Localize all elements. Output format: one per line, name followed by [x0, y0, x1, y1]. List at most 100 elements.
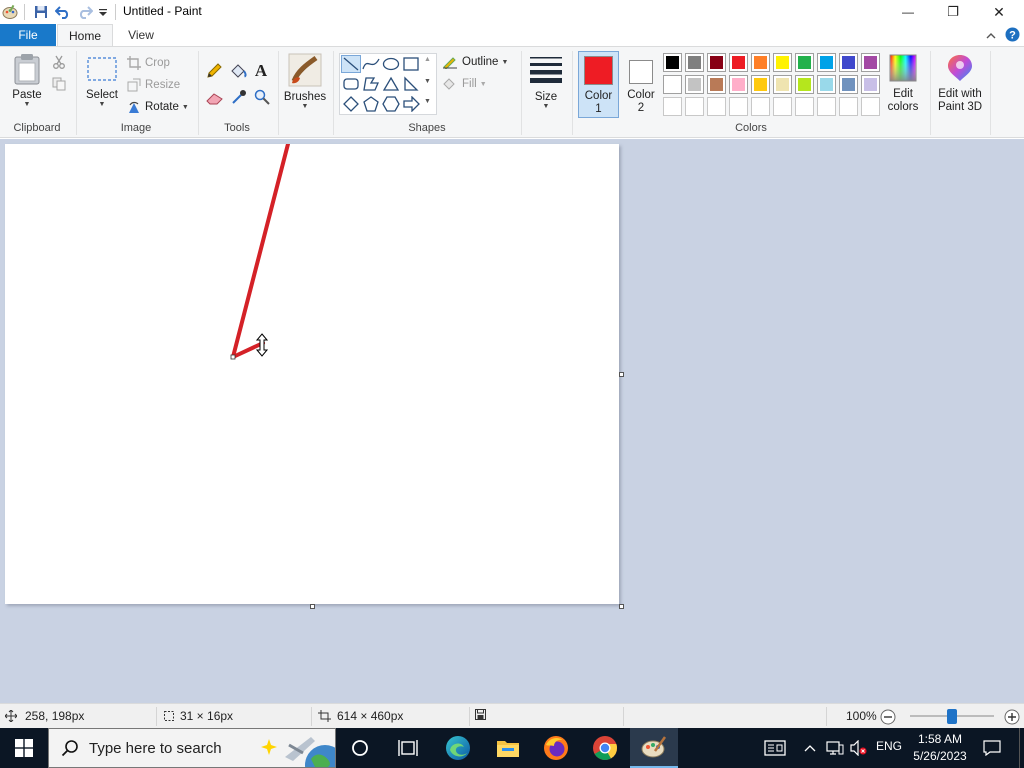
- palette-swatch[interactable]: [663, 53, 682, 72]
- right-triangle-shape-icon[interactable]: [402, 76, 420, 95]
- zoom-out-icon[interactable]: [880, 709, 896, 728]
- show-hidden-icons[interactable]: [804, 742, 816, 756]
- outline-button[interactable]: Outline ▼: [442, 55, 508, 69]
- palette-swatch[interactable]: [751, 75, 770, 94]
- color-picker-icon[interactable]: [231, 89, 247, 108]
- palette-swatch[interactable]: [707, 53, 726, 72]
- polygon-shape-icon[interactable]: [362, 76, 380, 95]
- right-arrow-shape-icon[interactable]: [402, 95, 420, 115]
- copy-icon[interactable]: [52, 77, 66, 94]
- taskbar-firefox[interactable]: [532, 728, 580, 768]
- canvas-resize-handle-corner[interactable]: [619, 604, 624, 609]
- edit-with-paint-3d-button[interactable]: Edit with Paint 3D: [934, 53, 986, 119]
- palette-swatch[interactable]: [751, 53, 770, 72]
- palette-swatch-empty[interactable]: [773, 97, 792, 116]
- resize-button[interactable]: Resize: [127, 78, 180, 92]
- taskbar-chrome[interactable]: [581, 728, 629, 768]
- shapes-scroll-down-icon[interactable]: ▼: [424, 78, 431, 85]
- fill-button[interactable]: Fill ▼: [442, 77, 487, 91]
- paint-app-icon[interactable]: [0, 2, 20, 22]
- canvas-resize-handle-bottom[interactable]: [310, 604, 315, 609]
- line-endpoint-handle[interactable]: [230, 354, 236, 360]
- shapes-scroll-up-icon[interactable]: ▲: [424, 56, 431, 63]
- rounded-rectangle-shape-icon[interactable]: [342, 76, 360, 95]
- zoom-slider-track[interactable]: [910, 709, 994, 724]
- palette-swatch[interactable]: [817, 75, 836, 94]
- palette-swatch[interactable]: [729, 53, 748, 72]
- fill-with-color-icon[interactable]: [229, 63, 247, 82]
- color-2-button[interactable]: Color 2: [621, 51, 661, 118]
- palette-swatch-empty[interactable]: [817, 97, 836, 116]
- pencil-icon[interactable]: [206, 63, 222, 82]
- eraser-icon[interactable]: [206, 91, 224, 108]
- palette-swatch-empty[interactable]: [751, 97, 770, 116]
- hexagon-shape-icon[interactable]: [382, 96, 400, 115]
- taskbar-paint[interactable]: [630, 728, 678, 768]
- edit-colors-button[interactable]: Edit colors: [883, 53, 923, 119]
- color-1-button[interactable]: Color 1: [578, 51, 619, 118]
- palette-swatch[interactable]: [773, 75, 792, 94]
- palette-swatch[interactable]: [839, 75, 858, 94]
- shapes-more-icon[interactable]: ▼: [424, 98, 431, 105]
- palette-swatch-empty[interactable]: [707, 97, 726, 116]
- curve-shape-icon[interactable]: [362, 56, 380, 75]
- palette-swatch-empty[interactable]: [861, 97, 880, 116]
- palette-swatch[interactable]: [795, 75, 814, 94]
- undo-icon[interactable]: [54, 2, 72, 22]
- volume-muted-icon[interactable]: [850, 739, 868, 759]
- task-view-button[interactable]: [384, 728, 432, 768]
- drawing-canvas[interactable]: [5, 144, 619, 604]
- palette-swatch[interactable]: [729, 75, 748, 94]
- cut-icon[interactable]: [52, 55, 66, 72]
- canvas-resize-handle-right[interactable]: [619, 372, 624, 377]
- collapse-ribbon-icon[interactable]: [986, 29, 996, 43]
- rotate-button[interactable]: Rotate ▼: [127, 100, 189, 114]
- palette-swatch-empty[interactable]: [663, 97, 682, 116]
- magnifier-icon[interactable]: [254, 89, 270, 108]
- palette-swatch[interactable]: [817, 53, 836, 72]
- line-shape-icon[interactable]: [341, 55, 361, 73]
- restore-button[interactable]: ❐: [930, 0, 976, 24]
- show-desktop-button[interactable]: [1019, 728, 1024, 768]
- minimize-button[interactable]: —: [885, 0, 931, 24]
- close-button[interactable]: ✕: [976, 0, 1022, 24]
- taskbar-edge[interactable]: [434, 728, 482, 768]
- zoom-in-icon[interactable]: [1004, 709, 1020, 728]
- palette-swatch-empty[interactable]: [795, 97, 814, 116]
- triangle-shape-icon[interactable]: [382, 76, 400, 95]
- network-icon[interactable]: [826, 740, 844, 759]
- pentagon-shape-icon[interactable]: [362, 96, 380, 115]
- tab-view[interactable]: View: [116, 24, 166, 46]
- palette-swatch-empty[interactable]: [685, 97, 704, 116]
- taskbar-file-explorer[interactable]: [484, 728, 532, 768]
- redo-icon[interactable]: [76, 2, 94, 22]
- taskbar-search-box[interactable]: Type here to search: [48, 728, 345, 768]
- select-button[interactable]: Select ▼: [82, 56, 122, 108]
- text-icon[interactable]: A: [253, 61, 269, 82]
- clock[interactable]: 1:58 AM 5/26/2023: [910, 731, 970, 765]
- palette-swatch-empty[interactable]: [839, 97, 858, 116]
- zoom-slider-thumb[interactable]: [947, 709, 957, 724]
- crop-button[interactable]: Crop: [127, 56, 170, 70]
- palette-swatch[interactable]: [839, 53, 858, 72]
- input-language[interactable]: ENG: [876, 739, 902, 753]
- size-button[interactable]: Size ▼: [526, 55, 566, 110]
- customize-quick-access-icon[interactable]: [97, 2, 109, 22]
- news-widget-icon[interactable]: [764, 740, 786, 759]
- brushes-button[interactable]: Brushes ▼: [281, 53, 329, 110]
- palette-swatch[interactable]: [685, 75, 704, 94]
- palette-swatch[interactable]: [861, 53, 880, 72]
- palette-swatch[interactable]: [795, 53, 814, 72]
- palette-swatch[interactable]: [685, 53, 704, 72]
- palette-swatch[interactable]: [663, 75, 682, 94]
- start-button[interactable]: [0, 728, 48, 768]
- notifications-icon[interactable]: [983, 740, 1001, 759]
- cortana-button[interactable]: [336, 728, 384, 768]
- palette-swatch[interactable]: [773, 53, 792, 72]
- diamond-shape-icon[interactable]: [342, 96, 360, 115]
- palette-swatch-empty[interactable]: [729, 97, 748, 116]
- tab-home[interactable]: Home: [57, 24, 113, 47]
- palette-swatch[interactable]: [861, 75, 880, 94]
- help-icon[interactable]: ?: [1005, 27, 1020, 45]
- tab-file[interactable]: File: [0, 24, 56, 46]
